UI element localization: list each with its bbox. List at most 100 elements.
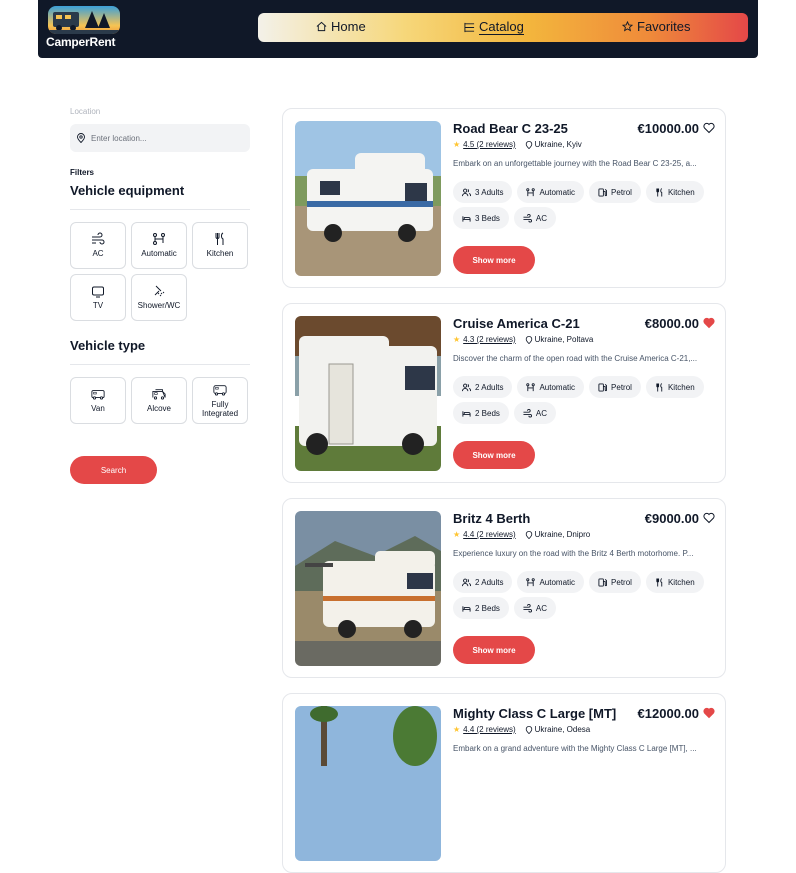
cutlery-icon xyxy=(656,187,663,197)
transmission-icon xyxy=(526,577,536,586)
reviews-link[interactable]: 4.4 (2 reviews) xyxy=(463,530,515,539)
map-pin-icon xyxy=(525,335,532,344)
nav-catalog[interactable]: Catalog xyxy=(464,19,524,35)
home-icon xyxy=(316,21,327,32)
catalog-icon xyxy=(464,22,475,32)
filter-ac[interactable]: AC xyxy=(70,222,126,269)
equipment-grid: AC Automatic Kitchen TV Shower/WC xyxy=(70,222,250,321)
badge-transmission: Automatic xyxy=(517,571,585,593)
filter-tv[interactable]: TV xyxy=(70,274,126,321)
filters-sidebar: Location Filters Vehicle equipment AC Au… xyxy=(70,100,250,484)
heart-icon[interactable] xyxy=(703,512,715,524)
star-icon: ★ xyxy=(453,725,461,734)
type-fully-integrated-label: Fully Integrated xyxy=(201,400,239,418)
tv-icon xyxy=(92,286,104,298)
nav-favorites[interactable]: Favorites xyxy=(622,19,690,34)
fuel-icon xyxy=(598,382,608,392)
type-van-label: Van xyxy=(91,404,105,414)
filter-automatic[interactable]: Automatic xyxy=(131,222,187,269)
camper-description: Embark on an unforgettable journey with … xyxy=(453,159,697,168)
camper-image xyxy=(295,511,441,666)
location-label: Location xyxy=(70,107,101,116)
fuel-icon xyxy=(598,187,608,197)
camper-name: Britz 4 Berth xyxy=(453,511,531,526)
badge-beds: 3 Beds xyxy=(453,207,509,229)
cutlery-icon xyxy=(215,232,224,246)
map-pin-icon xyxy=(525,530,532,539)
badge-engine: Petrol xyxy=(589,571,641,593)
reviews-link[interactable]: 4.3 (2 reviews) xyxy=(463,335,515,344)
wind-icon xyxy=(92,232,105,245)
camper-description: Embark on a grand adventure with the Mig… xyxy=(453,744,697,753)
cutlery-icon xyxy=(656,577,663,587)
filter-shower[interactable]: Shower/WC xyxy=(131,274,187,321)
integrated-icon xyxy=(213,385,227,396)
filter-kitchen[interactable]: Kitchen xyxy=(192,222,248,269)
star-icon: ★ xyxy=(453,530,461,539)
vehicle-type-grid: Van Alcove Fully Integrated xyxy=(70,377,250,424)
heart-icon[interactable] xyxy=(703,122,715,134)
search-button[interactable]: Search xyxy=(70,456,157,484)
badge-engine: Petrol xyxy=(589,376,641,398)
badge-kitchen: Kitchen xyxy=(645,571,704,593)
camper-meta: ★ 4.4 (2 reviews) Ukraine, Odesa xyxy=(453,725,590,734)
map-pin-icon xyxy=(77,133,85,143)
reviews-link[interactable]: 4.5 (2 reviews) xyxy=(463,140,515,149)
camper-meta: ★ 4.5 (2 reviews) Ukraine, Kyiv xyxy=(453,140,582,149)
bed-icon xyxy=(462,410,471,417)
star-icon: ★ xyxy=(453,140,461,149)
fuel-icon xyxy=(598,577,608,587)
camper-card: Britz 4 Berth €9000.00 ★ 4.4 (2 reviews)… xyxy=(282,498,726,678)
camper-location: Ukraine, Dnipro xyxy=(525,530,590,539)
location-input[interactable] xyxy=(91,133,241,143)
badge-transmission: Automatic xyxy=(517,181,585,203)
camper-description: Discover the charm of the open road with… xyxy=(453,354,698,363)
bed-icon xyxy=(462,605,471,612)
logo[interactable]: CamperRent xyxy=(46,6,122,50)
camper-card: Road Bear C 23-25 €10000.00 ★ 4.5 (2 rev… xyxy=(282,108,726,288)
users-icon xyxy=(462,188,471,196)
camper-card: Cruise America C-21 €8000.00 ★ 4.3 (2 re… xyxy=(282,303,726,483)
star-icon: ★ xyxy=(453,335,461,344)
camper-location: Ukraine, Odesa xyxy=(525,725,590,734)
type-van[interactable]: Van xyxy=(70,377,126,424)
camper-image xyxy=(295,121,441,276)
feature-badges: 2 Adults Automatic Petrol Kitchen 2 Beds… xyxy=(453,376,723,424)
badge-kitchen: Kitchen xyxy=(645,181,704,203)
badge-engine: Petrol xyxy=(589,181,641,203)
camper-card: Mighty Class C Large [MT] €12000.00 ★ 4.… xyxy=(282,693,726,873)
show-more-button[interactable]: Show more xyxy=(453,246,535,274)
feature-badges: 3 Adults Automatic Petrol Kitchen 3 Beds… xyxy=(453,181,723,229)
star-icon xyxy=(622,21,633,32)
feature-badges: 2 Adults Automatic Petrol Kitchen 2 Beds… xyxy=(453,571,723,619)
location-text: Ukraine, Poltava xyxy=(534,335,594,344)
heart-icon[interactable] xyxy=(703,707,715,719)
badge-adults: 2 Adults xyxy=(453,571,513,593)
filter-ac-label: AC xyxy=(92,249,104,259)
users-icon xyxy=(462,383,471,391)
transmission-icon xyxy=(153,233,165,246)
show-more-button[interactable]: Show more xyxy=(453,441,535,469)
camper-location: Ukraine, Kyiv xyxy=(525,140,582,149)
type-fully-integrated[interactable]: Fully Integrated xyxy=(192,377,248,424)
nav-catalog-label: Catalog xyxy=(479,19,524,35)
filter-tv-label: TV xyxy=(92,301,104,311)
map-pin-icon xyxy=(525,140,532,149)
badge-ac: AC xyxy=(513,402,557,424)
alcove-icon xyxy=(152,389,166,400)
badge-ac: AC xyxy=(513,207,557,229)
camper-description: Experience luxury on the road with the B… xyxy=(453,549,694,558)
type-alcove[interactable]: Alcove xyxy=(131,377,187,424)
camper-name: Cruise America C-21 xyxy=(453,316,580,331)
transmission-icon xyxy=(526,382,536,391)
nav-home-label: Home xyxy=(331,19,366,34)
map-pin-icon xyxy=(525,725,532,734)
transmission-icon xyxy=(526,187,536,196)
filter-shower-label: Shower/WC xyxy=(137,301,181,311)
nav-home[interactable]: Home xyxy=(316,19,366,34)
camper-name: Mighty Class C Large [MT] xyxy=(453,706,617,721)
show-more-button[interactable]: Show more xyxy=(453,636,535,664)
location-field[interactable] xyxy=(70,124,250,152)
reviews-link[interactable]: 4.4 (2 reviews) xyxy=(463,725,515,734)
heart-icon[interactable] xyxy=(703,317,715,329)
